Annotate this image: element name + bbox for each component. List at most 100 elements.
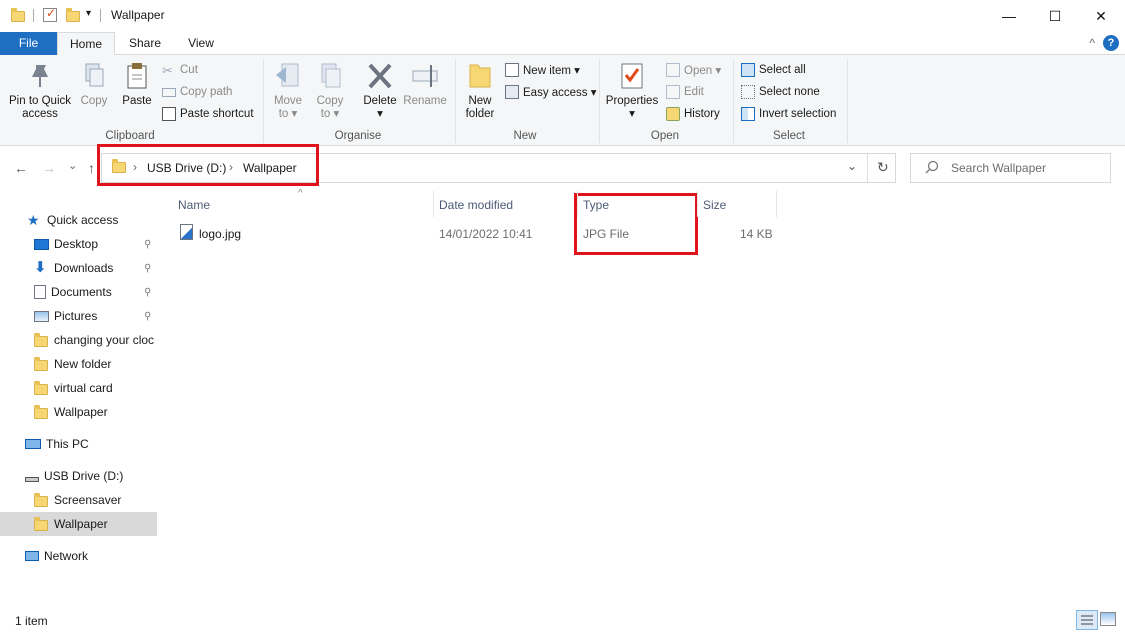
copy-to-icon xyxy=(316,61,344,91)
sidebar-item-folder[interactable]: Wallpaper xyxy=(0,400,157,424)
pin-icon: ⚲ xyxy=(144,310,152,322)
sidebar-item-label: USB Drive (D:) xyxy=(44,469,124,483)
status-bar: 1 item xyxy=(0,604,1125,634)
copy-to-label: Copy to ▾ xyxy=(316,95,344,120)
column-header-name[interactable]: Name xyxy=(178,198,210,212)
copy-button[interactable]: Copy xyxy=(76,61,112,108)
copy-path-button[interactable]: Copy path xyxy=(162,83,232,101)
new-folder-icon xyxy=(466,61,494,91)
history-icon xyxy=(666,107,680,121)
open-label: Open ▾ xyxy=(684,65,722,77)
paste-shortcut-button[interactable]: Paste shortcut xyxy=(162,105,254,123)
pin-to-quick-access-button[interactable]: Pin to Quick access xyxy=(6,61,74,121)
sidebar-item-downloads[interactable]: ⬇ Downloads ⚲ xyxy=(0,256,157,280)
paste-label: Paste xyxy=(122,95,152,107)
address-dropdown-icon[interactable]: ⌄ xyxy=(847,159,857,173)
new-item-button[interactable]: New item ▾ xyxy=(505,61,580,79)
refresh-icon[interactable]: ↻ xyxy=(877,159,889,176)
new-folder-label: New folder xyxy=(465,95,495,120)
divider xyxy=(697,191,698,217)
help-icon[interactable]: ? xyxy=(1103,35,1119,51)
select-all-icon xyxy=(741,63,755,77)
sidebar-item-label: This PC xyxy=(46,437,89,451)
recent-locations-button[interactable]: ⌄ xyxy=(68,159,77,172)
details-view-icon[interactable] xyxy=(1076,610,1098,630)
column-header-size[interactable]: Size xyxy=(703,198,726,212)
cut-button[interactable]: ✂ Cut xyxy=(162,61,198,79)
paste-icon xyxy=(123,61,151,91)
new-item-label: New item ▾ xyxy=(523,65,580,77)
tab-share[interactable]: Share xyxy=(119,32,171,55)
folder-icon xyxy=(34,381,49,395)
folder-icon xyxy=(34,405,49,419)
pin-icon xyxy=(26,61,54,91)
copy-path-icon xyxy=(162,87,176,97)
properties-button[interactable]: Properties ▾ xyxy=(604,61,660,121)
new-folder-icon[interactable] xyxy=(66,8,80,22)
sidebar-item-this-pc[interactable]: This PC xyxy=(0,432,157,456)
sidebar-item-folder[interactable]: New folder xyxy=(0,352,157,376)
copy-to-button[interactable]: Copy to ▾ xyxy=(312,61,348,121)
sidebar-item-label: Wallpaper xyxy=(54,405,108,419)
tab-home[interactable]: Home xyxy=(57,32,115,56)
column-header-type[interactable]: Type xyxy=(583,198,609,212)
folder-icon xyxy=(34,357,49,371)
history-button[interactable]: History xyxy=(666,105,720,123)
tab-file[interactable]: File xyxy=(0,32,57,55)
move-to-button[interactable]: Move to ▾ xyxy=(270,61,306,121)
sidebar-item-label: Screensaver xyxy=(54,493,122,507)
sidebar-item-wallpaper-selected[interactable]: Wallpaper xyxy=(0,512,157,536)
sidebar-item-folder[interactable]: changing your cloc xyxy=(0,328,157,352)
file-type: JPG File xyxy=(583,227,630,241)
sidebar-item-label: Desktop xyxy=(54,237,99,251)
back-button[interactable]: ← xyxy=(14,160,28,176)
minimize-button[interactable]: — xyxy=(986,0,1032,32)
up-button[interactable]: ↑ xyxy=(88,160,95,176)
edit-button[interactable]: Edit xyxy=(666,83,704,101)
select-all-button[interactable]: Select all xyxy=(741,61,806,79)
sidebar-item-pictures[interactable]: Pictures ⚲ xyxy=(0,304,157,328)
select-all-label: Select all xyxy=(759,64,806,76)
rename-label: Rename xyxy=(403,95,447,107)
search-icon xyxy=(925,160,939,177)
sidebar-item-folder[interactable]: Screensaver xyxy=(0,488,157,512)
edit-icon xyxy=(666,85,680,99)
divider xyxy=(733,59,734,143)
column-header-date-modified[interactable]: Date modified xyxy=(439,198,513,212)
select-none-button[interactable]: Select none xyxy=(741,83,820,101)
select-group-label: Select xyxy=(773,130,805,142)
rename-button[interactable]: Rename xyxy=(403,61,447,108)
copy-label: Copy xyxy=(80,95,108,107)
maximize-button[interactable]: ☐ xyxy=(1032,0,1078,32)
paste-button[interactable]: Paste xyxy=(118,61,156,108)
large-icons-view-icon[interactable] xyxy=(1100,612,1116,626)
invert-selection-button[interactable]: Invert selection xyxy=(741,105,836,123)
open-button[interactable]: Open ▾ xyxy=(666,61,721,79)
customize-toolbar-icon[interactable]: ▾ xyxy=(86,8,91,19)
open-group-label: Open xyxy=(650,130,680,142)
sidebar-item-quick-access[interactable]: ★ Quick access xyxy=(0,208,157,232)
sidebar-item-documents[interactable]: Documents ⚲ xyxy=(0,280,157,304)
delete-button[interactable]: Delete ▾ xyxy=(360,61,400,121)
sidebar-item-desktop[interactable]: Desktop ⚲ xyxy=(0,232,157,256)
tab-view[interactable]: View xyxy=(176,32,226,55)
divider xyxy=(577,191,578,217)
table-row[interactable]: logo.jpg 14/01/2022 10:41 JPG File 14 KB xyxy=(160,219,780,247)
star-icon: ★ xyxy=(27,212,40,228)
new-folder-button[interactable]: New folder xyxy=(460,61,500,121)
image-file-icon xyxy=(180,224,193,240)
easy-access-button[interactable]: Easy access ▾ xyxy=(505,83,597,101)
copy-path-label: Copy path xyxy=(180,86,233,98)
search-input[interactable]: Search Wallpaper xyxy=(910,153,1111,183)
folder-icon xyxy=(34,517,49,531)
sidebar-item-folder[interactable]: virtual card xyxy=(0,376,157,400)
properties-check-icon[interactable]: ✓ xyxy=(43,6,57,22)
desktop-icon xyxy=(34,238,49,250)
window-title: Wallpaper xyxy=(111,8,165,22)
sidebar-item-network[interactable]: Network xyxy=(0,544,157,568)
history-label: History xyxy=(684,108,720,120)
collapse-ribbon-icon[interactable]: ^ xyxy=(1089,36,1095,50)
close-button[interactable]: ✕ xyxy=(1078,0,1124,32)
sidebar-item-usb-drive[interactable]: USB Drive (D:) xyxy=(0,464,157,488)
forward-button[interactable]: → xyxy=(42,160,56,176)
